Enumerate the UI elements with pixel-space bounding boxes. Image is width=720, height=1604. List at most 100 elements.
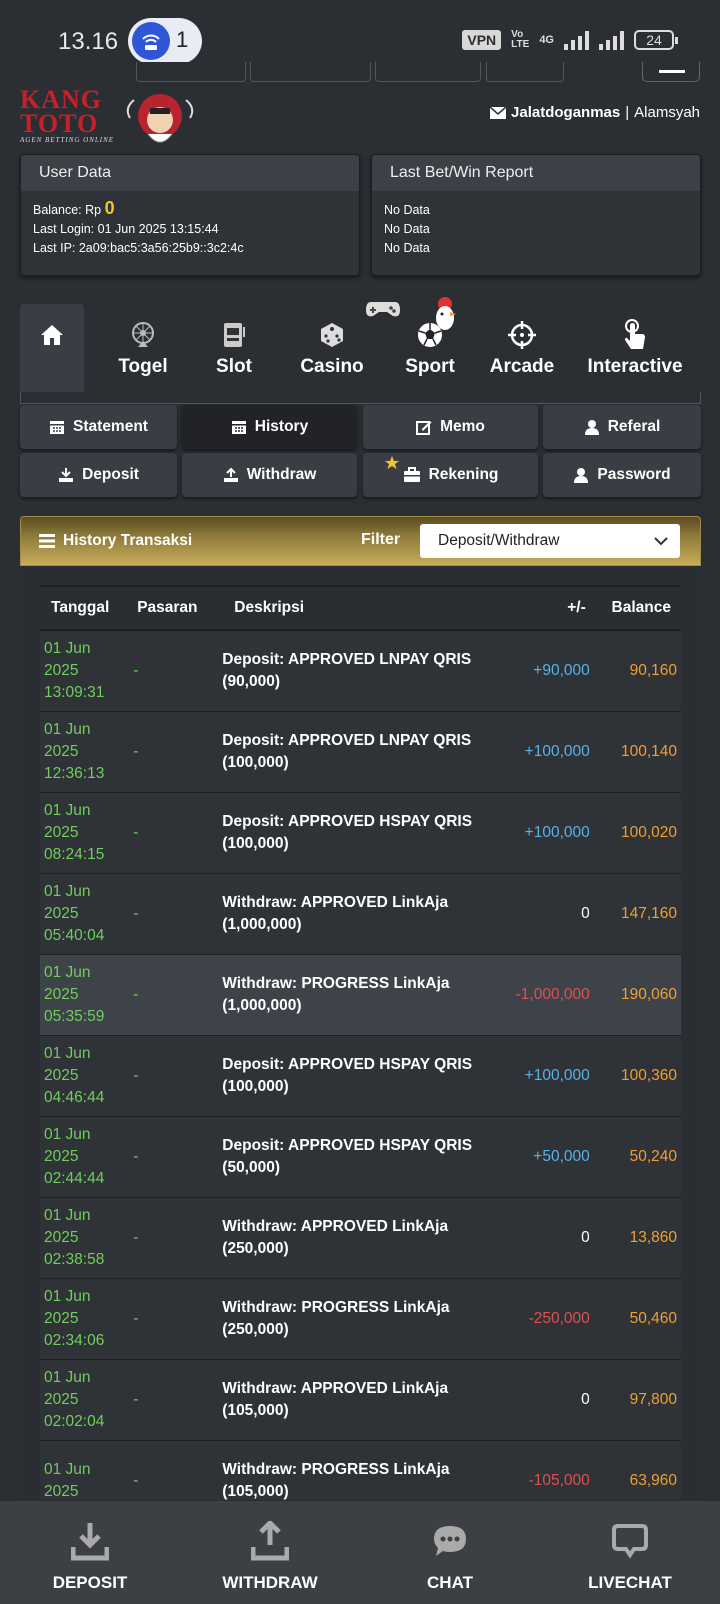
cell-description: Deposit: APPROVED HSPAY QRIS (50,000) — [222, 1116, 510, 1198]
chat-bubble-icon — [380, 1519, 520, 1563]
top-nav-button[interactable] — [136, 62, 246, 82]
cell-description: Deposit: APPROVED HSPAY QRIS (100,000) — [222, 792, 510, 874]
tab-togel[interactable]: Togel — [108, 318, 178, 378]
table-row: 01 Jun 2025 05:35:59- Withdraw: PROGRESS Li… — [40, 954, 681, 1036]
table-row: 01 Jun 2025 02:02:04- Withdraw: APPROVED Li… — [40, 1359, 681, 1441]
logo-mascot-icon — [126, 94, 194, 143]
last-bet-title: Last Bet/Win Report — [372, 155, 700, 191]
cell-date: 01 Jun 2025 04:46:44 — [40, 1035, 132, 1117]
vpn-badge: VPN — [462, 30, 502, 50]
col-balance: Balance — [589, 585, 681, 631]
top-nav-button[interactable] — [486, 62, 564, 82]
rekening-button[interactable]: Rekening — [363, 453, 538, 497]
cell-change: 0 — [509, 873, 590, 955]
deposit-icon — [59, 468, 74, 482]
cell-date: 01 Jun 2025 13:09:31 — [40, 630, 132, 712]
cell-pasaran: - — [131, 711, 223, 793]
col-tanggal: Tanggal — [40, 585, 132, 631]
bottom-livechat-label: LIVECHAT — [588, 1573, 672, 1592]
referal-button[interactable]: Referal — [543, 405, 701, 449]
status-bar: 13.16 1 VPN Vo LTE 4G 24 — [0, 0, 720, 66]
battery-icon: 24 — [634, 30, 678, 50]
download-tray-icon — [20, 1519, 160, 1563]
notification-count: 1 — [176, 27, 189, 52]
upload-tray-icon — [200, 1519, 340, 1563]
tab-home[interactable] — [20, 304, 84, 394]
tab-label: Arcade — [489, 356, 555, 377]
dice-icon — [292, 318, 372, 352]
gamepad-icon — [366, 302, 400, 317]
cell-balance: 100,020 — [589, 792, 681, 874]
tab-arcade[interactable]: Arcade — [482, 318, 562, 378]
col-plusminus: +/- — [509, 585, 590, 631]
calendar-icon — [231, 421, 246, 434]
rooster-icon — [436, 297, 456, 330]
bottom-livechat-button[interactable]: LIVECHAT — [560, 1519, 700, 1593]
memo-button[interactable]: Memo — [363, 405, 538, 449]
tab-label: Sport — [405, 356, 455, 377]
history-panel-header: History Transaksi Filter Deposit/Withdra… — [20, 516, 701, 566]
cell-pasaran: - — [131, 630, 223, 712]
signal-icon-2 — [599, 30, 624, 50]
hamburger-menu-button[interactable] — [642, 62, 700, 82]
statement-button[interactable]: Statement — [20, 405, 177, 449]
cell-pasaran: - — [131, 1359, 223, 1441]
table-row: 01 Jun 2025 04:46:44- Deposit: APPROVED HSP… — [40, 1035, 681, 1117]
history-button[interactable]: History — [182, 405, 357, 449]
withdraw-button[interactable]: Withdraw — [182, 453, 357, 497]
filter-select[interactable]: Deposit/Withdraw — [420, 524, 680, 558]
tab-casino[interactable]: Casino — [292, 318, 372, 378]
table-row: 01 Jun 2025 13:09:31- Deposit: APPROVED LNP… — [40, 630, 681, 712]
crosshair-icon — [482, 318, 562, 352]
cell-description: Deposit: APPROVED HSPAY QRIS (100,000) — [222, 1035, 510, 1117]
tab-label: Togel — [118, 356, 168, 377]
touch-icon — [580, 318, 690, 352]
filter-value: Deposit/Withdraw — [438, 532, 560, 549]
cell-balance: 100,140 — [589, 711, 681, 793]
user-data-card: User Data Balance: Rp 0 Last Login: 01 J… — [20, 154, 360, 276]
bottom-withdraw-label: WITHDRAW — [222, 1573, 318, 1592]
user-data-title: User Data — [21, 155, 359, 191]
password-button[interactable]: Password — [543, 453, 701, 497]
cell-description: Withdraw: APPROVED LinkAja (105,000) — [222, 1359, 510, 1441]
real-name: Alamsyah — [634, 104, 700, 121]
top-nav-button[interactable] — [375, 62, 481, 82]
deposit-button[interactable]: Deposit — [20, 453, 177, 497]
cell-date: 01 Jun 2025 05:35:59 — [40, 954, 132, 1036]
site-logo[interactable]: KANG TOTO AGEN BETTING ONLINE — [20, 87, 194, 154]
user-header[interactable]: Jalatdoganmas | Alamsyah — [490, 104, 700, 121]
cell-balance: 97,800 — [589, 1359, 681, 1441]
cell-change: 0 — [509, 1359, 590, 1441]
user-icon — [574, 468, 589, 483]
cell-description: Deposit: APPROVED LNPAY QRIS (90,000) — [222, 630, 510, 712]
transaction-table: Tanggal Pasaran Deskripsi +/- Balance 01… — [40, 585, 681, 1522]
bottom-withdraw-button[interactable]: WITHDRAW — [200, 1519, 340, 1593]
cell-change: -250,000 — [509, 1278, 590, 1360]
hotspot-icon — [132, 22, 170, 60]
wheel-icon — [108, 318, 178, 352]
edit-icon — [416, 421, 432, 435]
username: Jalatdoganmas — [511, 104, 621, 121]
deposit-label: Deposit — [82, 466, 139, 483]
calendar-icon — [50, 421, 65, 434]
cell-pasaran: - — [131, 792, 223, 874]
tab-slot[interactable]: Slot — [204, 318, 264, 378]
cell-change: -1,000,000 — [509, 954, 590, 1036]
cell-description: Withdraw: PROGRESS LinkAja (250,000) — [222, 1278, 510, 1360]
tab-interactive[interactable]: Interactive — [580, 318, 690, 378]
bottom-chat-button[interactable]: CHAT — [380, 1519, 520, 1593]
last-login: Last Login: 01 Jun 2025 13:15:44 — [33, 222, 219, 236]
hotspot-notification[interactable]: 1 — [128, 18, 202, 64]
volte-indicator: Vo LTE — [511, 29, 530, 50]
bottom-nav: DEPOSIT WITHDRAW CHAT LIVECHAT — [0, 1500, 720, 1604]
cell-date: 01 Jun 2025 12:36:13 — [40, 711, 132, 793]
col-deskripsi: Deskripsi — [222, 585, 510, 631]
balance-line: Balance: Rp 0 — [33, 198, 115, 218]
filter-label: Filter — [361, 531, 401, 548]
bottom-chat-label: CHAT — [427, 1573, 473, 1592]
cell-description: Withdraw: APPROVED LinkAja (250,000) — [222, 1197, 510, 1279]
bottom-deposit-button[interactable]: DEPOSIT — [20, 1519, 160, 1593]
cell-change: 0 — [509, 1197, 590, 1279]
cell-description: Deposit: APPROVED LNPAY QRIS (100,000) — [222, 711, 510, 793]
top-nav-button[interactable] — [250, 62, 371, 82]
